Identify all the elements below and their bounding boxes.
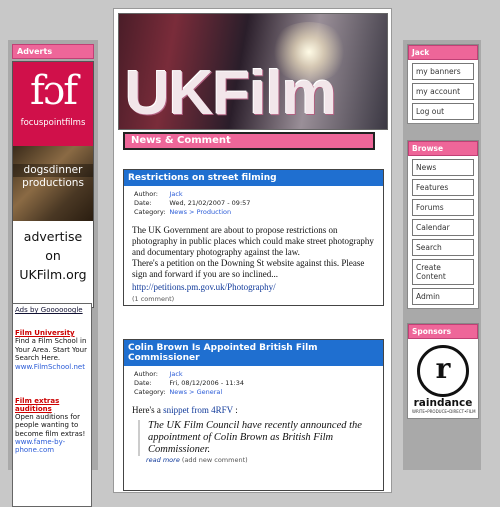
category-link[interactable]: News > Production <box>169 208 254 217</box>
raindance-letter: r <box>435 352 451 385</box>
raindance-emblem-icon: r <box>417 345 469 397</box>
menu-forums[interactable]: Forums <box>412 199 474 216</box>
menu-log-out[interactable]: Log out <box>412 103 474 120</box>
date-label: Date: <box>134 199 152 207</box>
advertise-line2: on <box>45 248 61 263</box>
sponsors-block: Sponsors r raindance WRITE•PRODUCE•DIREC… <box>407 323 479 419</box>
raindance-tagline: WRITE•PRODUCE•DIRECT•FILM <box>412 409 476 414</box>
post-intro: Here's a snippet from 4RFV : <box>132 405 375 416</box>
section-title: News & Comment <box>123 132 375 150</box>
ad-description: Find a Film School in Your Area. Start Y… <box>15 337 87 362</box>
raindance-name: raindance <box>413 397 473 409</box>
google-ads-block: Ads by Goooooogle Film University Find a… <box>12 303 92 507</box>
site-banner[interactable]: UKFilm <box>118 13 388 130</box>
dogsdinner-line1: dogsdinner <box>13 164 93 177</box>
browse-block: Browse News Features Forums Calendar Sea… <box>407 140 479 309</box>
news-post: Restrictions on street filming Author: Ja… <box>123 169 384 306</box>
post-links: read more (add new comment) <box>146 456 383 464</box>
focuspoint-name: focuspointfilms <box>20 118 86 128</box>
menu-create-content[interactable]: Create Content <box>412 259 474 285</box>
intro-text: Here's a <box>132 405 164 415</box>
user-title: Jack <box>408 45 478 60</box>
petition-link[interactable]: http://petitions.pm.gov.uk/Photography/ <box>132 282 276 292</box>
comment-count[interactable]: (1 comment) <box>132 295 375 303</box>
post-quote: The UK Film Council have recently announ… <box>138 420 375 456</box>
adverts-title: Adverts <box>12 44 94 59</box>
ad-title[interactable]: Film extras auditions <box>15 397 89 413</box>
post-date: Fri, 08/12/2006 - 11:34 <box>169 379 244 387</box>
intro-text: : <box>232 405 238 415</box>
menu-my-account[interactable]: my account <box>412 83 474 100</box>
post-paragraph: There's a petition on the Downing St web… <box>132 258 365 279</box>
post-date: Wed, 21/02/2007 - 09:57 <box>169 199 251 207</box>
post-meta: Author: Jack Date: Fri, 08/12/2006 - 11:34… <box>134 370 383 397</box>
adverts-block: Adverts fɔf focuspointfilms dogsdinner p… <box>12 44 94 308</box>
raindance-logo[interactable]: r raindance WRITE•PRODUCE•DIRECT•FILM <box>412 345 476 414</box>
snippet-link[interactable]: snippet from 4RFV <box>163 405 233 415</box>
advert-banner[interactable]: fɔf focuspointfilms dogsdinner productio… <box>12 61 94 308</box>
category-label: Category: <box>134 208 166 216</box>
focuspoint-logo: fɔf <box>29 68 78 114</box>
menu-calendar[interactable]: Calendar <box>412 219 474 236</box>
main-content: UKFilm News & Comment Restrictions on st… <box>113 8 392 493</box>
focuspoint-ad[interactable]: fɔf focuspointfilms <box>13 62 93 146</box>
menu-search[interactable]: Search <box>412 239 474 256</box>
dogsdinner-line2: productions <box>22 177 84 189</box>
dogsdinner-ad[interactable]: dogsdinner productions <box>13 146 93 221</box>
advertise-line3: UKFilm.org <box>19 267 87 282</box>
advertise-line1: advertise <box>23 229 83 244</box>
post-body: The UK Government are about to propose r… <box>132 225 375 293</box>
post-title[interactable]: Restrictions on street filming <box>124 170 383 186</box>
user-block: Jack my banners my account Log out <box>407 44 479 124</box>
author-link[interactable]: Jack <box>169 190 254 199</box>
post-meta: Author: Jack Date: Wed, 21/02/2007 - 09:57… <box>134 190 383 217</box>
advertise-ad[interactable]: advertise on UKFilm.org <box>13 221 93 305</box>
menu-admin[interactable]: Admin <box>412 288 474 305</box>
author-label: Author: <box>134 370 158 378</box>
ad-url[interactable]: www.fame-by-phone.com <box>15 438 89 454</box>
site-logo: UKFilm <box>125 59 337 128</box>
left-sidebar: Adverts fɔf focuspointfilms dogsdinner p… <box>8 40 98 507</box>
author-label: Author: <box>134 190 158 198</box>
category-label: Category: <box>134 388 166 396</box>
menu-my-banners[interactable]: my banners <box>412 63 474 80</box>
date-label: Date: <box>134 379 152 387</box>
post-title[interactable]: Colin Brown Is Appointed British Film Co… <box>124 340 383 366</box>
ad-title[interactable]: Film University <box>15 329 89 337</box>
post-paragraph: The UK Government are about to propose r… <box>132 225 374 257</box>
right-sidebar: Jack my banners my account Log out Brows… <box>403 40 481 470</box>
ad-url[interactable]: www.FilmSchool.net <box>15 363 89 371</box>
browse-title: Browse <box>408 141 478 156</box>
ads-by-link[interactable]: Ads by Goooooogle <box>15 306 89 314</box>
read-more-link[interactable]: read more <box>146 456 180 464</box>
menu-features[interactable]: Features <box>412 179 474 196</box>
category-link[interactable]: News > General <box>169 388 248 397</box>
menu-news[interactable]: News <box>412 159 474 176</box>
ad-description: Open auditions for people wanting to bec… <box>15 412 86 438</box>
sponsors-title: Sponsors <box>408 324 478 339</box>
add-comment-link[interactable]: (add new comment) <box>182 456 248 464</box>
news-post: Colin Brown Is Appointed British Film Co… <box>123 339 384 491</box>
author-link[interactable]: Jack <box>169 370 248 379</box>
